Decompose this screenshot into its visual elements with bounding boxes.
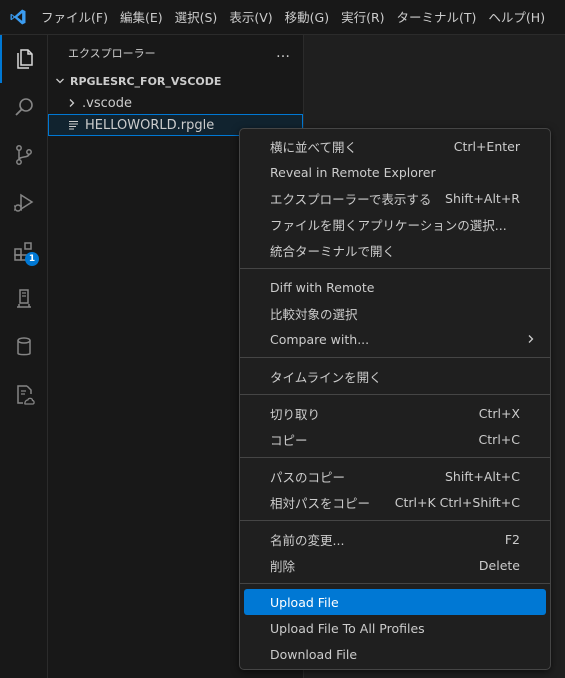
menu-item-shortcut: Ctrl+C (478, 431, 520, 447)
source-control-icon (16, 145, 32, 165)
menu-item-label: 切り取り (270, 406, 321, 422)
menu-copy[interactable]: コピー Ctrl+C (244, 426, 546, 452)
menu-item-label: 相対パスをコピー (270, 495, 371, 511)
menu-terminal[interactable]: ターミナル(T) (391, 0, 483, 35)
menu-file[interactable]: ファイル(F) (35, 0, 114, 35)
tree-item-label: .vscode (82, 95, 132, 111)
menu-separator (240, 583, 550, 584)
menu-diff-with-remote[interactable]: Diff with Remote (244, 274, 546, 300)
menu-compare-with[interactable]: Compare with... (244, 326, 546, 352)
tree-item-label: HELLOWORLD.rpgle (85, 117, 215, 133)
extensions-badge: 1 (25, 252, 39, 266)
activity-remote-docs[interactable] (0, 371, 48, 419)
activity-database[interactable] (0, 323, 48, 371)
menu-item-label: 横に並べて開く (270, 139, 358, 155)
files-icon (17, 49, 33, 69)
activity-source-control[interactable] (0, 131, 48, 179)
menu-item-label: コピー (270, 432, 308, 448)
menu-upload-file-all-profiles[interactable]: Upload File To All Profiles (244, 615, 546, 641)
vscode-logo-icon (0, 0, 35, 35)
menu-separator (240, 457, 550, 458)
chevron-right-icon (526, 326, 536, 352)
title-bar: ファイル(F) 編集(E) 選択(S) 表示(V) 移動(G) 実行(R) ター… (0, 0, 565, 35)
menu-item-label: Upload File To All Profiles (270, 620, 425, 636)
menu-copy-path[interactable]: パスのコピー Shift+Alt+C (244, 463, 546, 489)
server-icon (17, 289, 31, 308)
menu-item-label: Reveal in Remote Explorer (270, 164, 436, 180)
menu-item-label: 比較対象の選択 (270, 306, 358, 322)
activity-run-debug[interactable] (0, 179, 48, 227)
menu-edit[interactable]: 編集(E) (114, 0, 169, 35)
menu-reveal-remote-explorer[interactable]: Reveal in Remote Explorer (244, 159, 546, 185)
menu-separator (240, 357, 550, 358)
workspace-folder[interactable]: RPGLESRC_FOR_VSCODE (48, 70, 303, 92)
menu-help[interactable]: ヘルプ(H) (482, 0, 551, 35)
database-icon (17, 337, 31, 356)
chevron-right-icon (64, 95, 80, 111)
menu-open-to-side[interactable]: 横に並べて開く Ctrl+Enter (244, 133, 546, 159)
menu-open-timeline[interactable]: タイムラインを開く (244, 363, 546, 389)
menu-copy-relative-path[interactable]: 相対パスをコピー Ctrl+K Ctrl+Shift+C (244, 489, 546, 515)
menu-item-shortcut: F2 (504, 531, 520, 547)
chevron-down-icon (52, 73, 68, 89)
menu-cut[interactable]: 切り取り Ctrl+X (244, 400, 546, 426)
explorer-header: エクスプローラー … (48, 35, 303, 70)
menu-item-label: Upload File (270, 594, 339, 610)
menu-download-file[interactable]: Download File (244, 641, 546, 667)
menu-item-label: Download File (270, 646, 358, 662)
menu-item-shortcut: Ctrl+K Ctrl+Shift+C (394, 494, 520, 510)
menu-separator (240, 520, 550, 521)
activity-ibm-i[interactable] (0, 275, 48, 323)
search-icon (15, 98, 33, 116)
cloud-document-icon (17, 385, 35, 405)
menu-item-label: Diff with Remote (270, 279, 375, 295)
activity-search[interactable] (0, 83, 48, 131)
activity-bar: 1 (0, 35, 48, 678)
menu-go[interactable]: 移動(G) (279, 0, 335, 35)
menu-reveal-in-explorer[interactable]: エクスプローラーで表示する Shift+Alt+R (244, 185, 546, 211)
menu-run[interactable]: 実行(R) (335, 0, 390, 35)
menu-separator (240, 394, 550, 395)
menu-select-for-compare[interactable]: 比較対象の選択 (244, 300, 546, 326)
menu-view[interactable]: 表示(V) (223, 0, 278, 35)
menu-rename[interactable]: 名前の変更... F2 (244, 526, 546, 552)
run-debug-icon (14, 193, 34, 212)
menu-item-label: タイムラインを開く (270, 369, 382, 385)
menu-item-label: 統合ターミナルで開く (270, 243, 396, 259)
menu-item-shortcut: Delete (478, 557, 520, 573)
menu-item-shortcut: Ctrl+Enter (453, 138, 520, 154)
file-lines-icon (67, 118, 81, 132)
menu-upload-file[interactable]: Upload File (244, 589, 546, 615)
menu-open-with[interactable]: ファイルを開くアプリケーションの選択... (244, 211, 546, 237)
activity-explorer[interactable] (0, 35, 48, 83)
menu-item-shortcut: Ctrl+X (478, 405, 520, 421)
menu-open-in-terminal[interactable]: 統合ターミナルで開く (244, 237, 546, 263)
activity-extensions[interactable]: 1 (0, 227, 48, 275)
menu-item-label: エクスプローラーで表示する (270, 191, 432, 207)
menu-selection[interactable]: 選択(S) (169, 0, 224, 35)
menu-item-shortcut: Shift+Alt+C (444, 468, 520, 484)
workspace-folder-label: RPGLESRC_FOR_VSCODE (70, 74, 222, 88)
context-menu: 横に並べて開く Ctrl+Enter Reveal in Remote Expl… (239, 128, 551, 670)
menu-delete[interactable]: 削除 Delete (244, 552, 546, 578)
menu-item-label: 名前の変更... (270, 532, 345, 548)
menu-separator (240, 268, 550, 269)
tree-item-vscode-folder[interactable]: .vscode (48, 92, 303, 114)
menu-item-label: 削除 (270, 558, 296, 574)
menu-item-label: ファイルを開くアプリケーションの選択... (270, 217, 507, 233)
menu-item-label: パスのコピー (270, 469, 346, 485)
menu-item-shortcut: Shift+Alt+R (445, 190, 520, 206)
explorer-title: エクスプローラー (68, 46, 156, 60)
more-actions-button[interactable]: … (276, 46, 291, 60)
menu-item-label: Compare with... (270, 331, 370, 347)
